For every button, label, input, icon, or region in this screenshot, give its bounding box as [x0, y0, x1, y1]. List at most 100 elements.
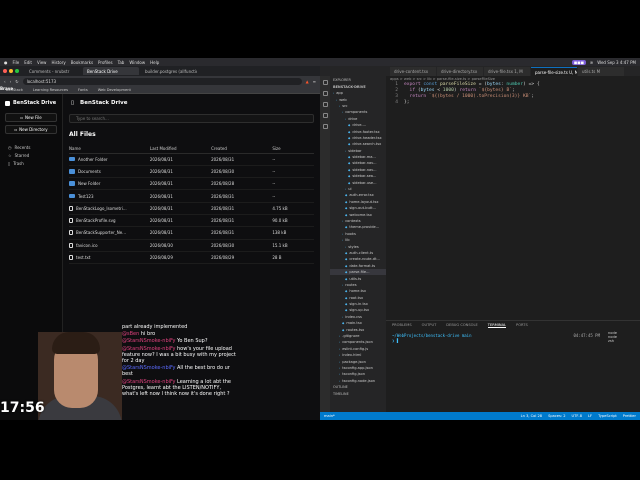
git-branch[interactable]: main*	[324, 414, 335, 418]
chevron-icon: ›	[342, 314, 344, 319]
tree-label: auth-error.tsx	[349, 193, 374, 198]
menu-edit[interactable]: Edit	[24, 60, 32, 65]
terminal-prompt: ❯ ▌	[392, 338, 400, 343]
editor-tab[interactable]: drive-directory.tsx	[437, 67, 483, 76]
chat-message: @StarsNSmoke-nbiFy Yo Ben Sup?	[122, 338, 237, 344]
terminal-session[interactable]: zsh	[608, 339, 638, 343]
status-pill[interactable]: ◼◼◼	[571, 59, 586, 65]
menu-bookmarks[interactable]: Bookmarks	[71, 60, 93, 65]
code-token: = (	[475, 82, 488, 87]
file-icon: ◆	[345, 199, 348, 204]
tree-label: main.tsx	[346, 321, 362, 326]
back-icon[interactable]: ‹	[4, 79, 6, 84]
browser-tab-active[interactable]: BenStack Drive	[83, 67, 139, 75]
chevron-icon: ›	[342, 231, 344, 236]
code-token: `${(bytes / 1000).toPrecision(3)} KB`	[428, 94, 532, 99]
file-icon: ◆	[348, 161, 351, 166]
editor-tabs: drive-content.tsx drive-directory.tsx dr…	[320, 66, 640, 76]
menu-tab[interactable]: Tab	[118, 60, 125, 65]
indentation[interactable]: Spaces: 2	[548, 414, 565, 418]
close-window-button[interactable]	[3, 69, 7, 73]
tab-debug-console[interactable]: DEBUG CONSOLE	[446, 323, 477, 327]
stream-clock: 17:56	[0, 400, 45, 416]
timeline-section[interactable]: TIMELINE	[330, 391, 386, 398]
reload-icon[interactable]: ↻	[15, 79, 18, 84]
menu-file[interactable]: File	[13, 60, 20, 65]
apple-icon[interactable]: ●	[4, 60, 8, 65]
minimize-window-button[interactable]	[9, 69, 13, 73]
file-icon: ◆	[342, 327, 345, 332]
terminal[interactable]: ~/WebProjects/benstack-drive main 04:47:…	[386, 329, 640, 347]
menu-view[interactable]: View	[37, 60, 47, 65]
code-token: if	[409, 88, 418, 93]
chevron-icon: ›	[339, 378, 341, 383]
tree-label: tsconfig.app.json	[342, 365, 373, 370]
code-token: bytes	[420, 88, 435, 93]
forward-icon[interactable]: ›	[10, 79, 12, 84]
source-control-icon[interactable]	[322, 102, 328, 107]
chat-text: part already implemented	[122, 324, 188, 330]
chevron-icon: ›	[342, 282, 344, 287]
browser-tab[interactable]: Comments - nrubstr	[25, 67, 81, 75]
tree-label: sidebar-nav...	[352, 167, 377, 172]
editor-tab[interactable]: drive-content.tsx	[390, 67, 436, 76]
tree-label: sidebar-sea...	[352, 174, 377, 179]
formatter[interactable]: Prettier	[623, 414, 636, 418]
code-token: export	[404, 82, 424, 87]
tab-terminal[interactable]: TERMINAL	[487, 323, 507, 328]
chat-message: @StarsNSmoke-nbiFy Learning a lot abt th…	[122, 379, 237, 398]
explorer-icon[interactable]	[322, 80, 328, 85]
tree-label: sidebar-use...	[352, 180, 377, 185]
chevron-icon: ›	[345, 187, 347, 192]
tree-label: utils.ts	[349, 276, 362, 281]
project-name[interactable]: BENSTACK-DRIVE	[330, 83, 386, 90]
address-bar[interactable]: localhost:5173	[22, 77, 302, 85]
editor-tab[interactable]: utils.ts M	[578, 67, 624, 76]
chevron-icon: ›	[339, 334, 341, 339]
code-token: 1000	[442, 88, 454, 93]
tab-problems[interactable]: PROBLEMS	[392, 323, 412, 327]
code-token: return	[459, 88, 479, 93]
terminal-time: 04:47:45 PM	[573, 333, 601, 338]
menubar-datetime[interactable]: Wed Sep 3 4:47 PM	[597, 60, 636, 65]
search-icon[interactable]	[322, 91, 328, 96]
line-ending[interactable]: LF	[588, 414, 592, 418]
menu-icon[interactable]: ≡	[313, 79, 316, 84]
file-icon: ◆	[345, 212, 348, 217]
tree-label: drive	[348, 116, 358, 121]
outline-section[interactable]: OUTLINE	[330, 384, 386, 391]
run-debug-icon[interactable]	[322, 113, 328, 118]
terminal-sessions: node node zsh	[608, 331, 638, 343]
tree-label: drive-footer.tsx	[352, 129, 380, 134]
wifi-icon[interactable]: ≋	[590, 60, 593, 65]
brave-shield-icon[interactable]: ▲	[306, 79, 309, 84]
extensions-icon[interactable]	[322, 124, 328, 129]
browser-tab[interactable]: builder.postgres (allfunctions)	[141, 67, 197, 75]
tab-ports[interactable]: PORTS	[516, 323, 528, 327]
tree-label: auth-client.ts	[349, 250, 374, 255]
code-editor[interactable]: apps > web > src > lib > parse-file-size…	[386, 76, 640, 320]
encoding[interactable]: UTF-8	[572, 414, 582, 418]
menu-history[interactable]: History	[51, 60, 65, 65]
tree-label: create-route-dt...	[349, 257, 380, 262]
chevron-icon: ›	[336, 97, 338, 102]
tree-label: app	[336, 91, 343, 96]
editor-tab[interactable]: drive-file.tsx 1, M	[484, 67, 530, 76]
code-lines[interactable]: 1 export const parseFileSize = (bytes: nu…	[386, 82, 640, 106]
file-icon: ◆	[348, 129, 351, 134]
chat-username: @StarsNSmoke-nbiFy	[122, 338, 176, 345]
explorer-title: EXPLORER	[333, 77, 351, 82]
menu-help[interactable]: Help	[150, 60, 159, 65]
editor-tab-active[interactable]: parse-file-size.ts U, M	[531, 67, 577, 76]
menu-window[interactable]: Window	[129, 60, 145, 65]
menu-profiles[interactable]: Profiles	[98, 60, 113, 65]
code-line[interactable]: 4};	[388, 100, 640, 106]
tab-output[interactable]: OUTPUT	[422, 323, 437, 327]
code-token: parseFileSize	[439, 82, 476, 87]
menubar-status-area: ◼◼◼ ≋ Wed Sep 3 4:47 PM	[571, 59, 636, 65]
zoom-window-button[interactable]	[15, 69, 19, 73]
cursor-position[interactable]: Ln 3, Col 28	[521, 414, 542, 418]
file-icon: ◆	[345, 263, 348, 268]
language-mode[interactable]: TypeScript	[598, 414, 617, 418]
code-token: `${bytes} B`	[478, 88, 512, 93]
